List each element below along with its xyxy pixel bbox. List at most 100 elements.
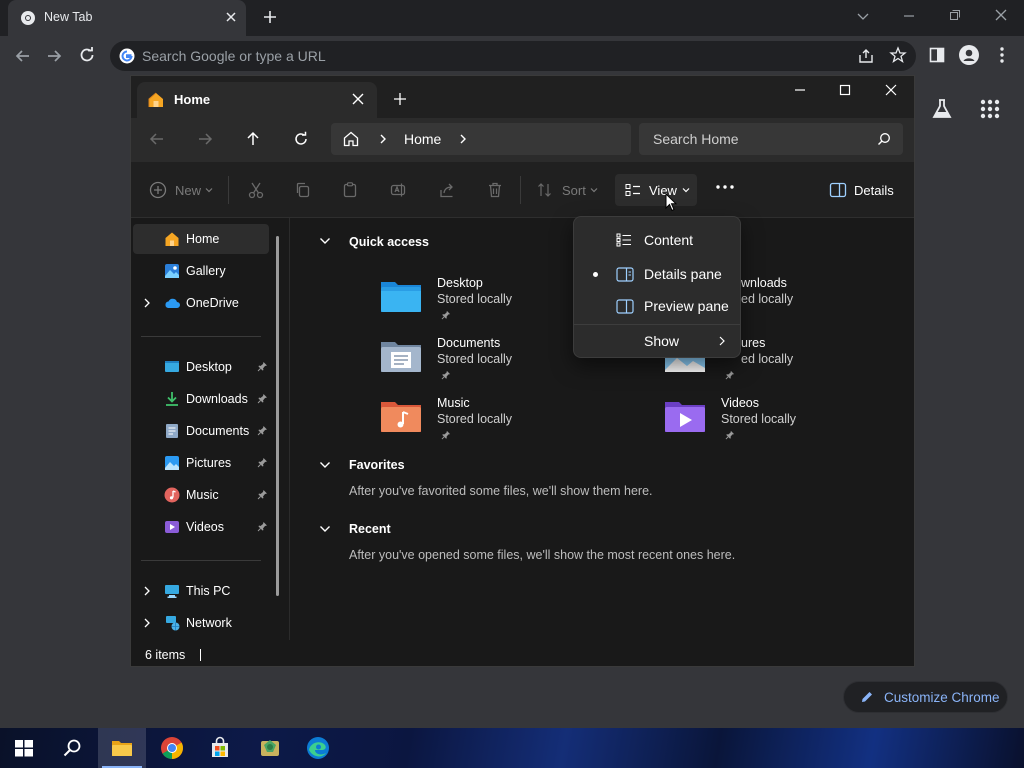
explorer-tab-close-icon[interactable] xyxy=(351,92,365,106)
menu-item-details-pane[interactable]: Details pane xyxy=(578,259,736,289)
omnibox-input[interactable] xyxy=(142,41,842,71)
quick-access-item-videos[interactable]: Videos Stored locally xyxy=(663,394,903,452)
sidebar-item-this-pc[interactable]: This PC xyxy=(133,576,269,606)
sidebar-item-gallery[interactable]: Gallery xyxy=(133,256,269,286)
expand-chevron-icon[interactable] xyxy=(143,618,151,628)
quick-access-item-music[interactable]: Music Stored locally xyxy=(379,394,619,452)
cut-icon[interactable] xyxy=(247,181,265,207)
details-button[interactable]: Details xyxy=(829,177,894,203)
delete-icon[interactable] xyxy=(486,181,504,207)
details-pane-icon xyxy=(829,182,847,198)
sidebar-item-videos[interactable]: Videos xyxy=(133,512,269,542)
breadcrumb-home[interactable]: Home xyxy=(404,131,441,147)
sidebar-item-label: This PC xyxy=(186,584,231,598)
chrome-tab-close-icon[interactable] xyxy=(224,10,238,24)
section-title-favorites[interactable]: Favorites xyxy=(349,458,405,472)
explorer-up-icon[interactable] xyxy=(245,131,261,147)
breadcrumb-chevron-icon[interactable] xyxy=(458,134,468,144)
share-icon[interactable] xyxy=(857,47,875,65)
section-title-recent[interactable]: Recent xyxy=(349,522,391,536)
favorites-empty-message: After you've favorited some files, we'll… xyxy=(349,484,653,498)
expand-chevron-icon[interactable] xyxy=(143,298,151,308)
explorer-forward-icon[interactable] xyxy=(197,131,213,147)
taskbar-edge[interactable] xyxy=(294,728,342,768)
sidebar-item-home[interactable]: Home xyxy=(133,224,269,254)
video-icon xyxy=(164,519,180,535)
explorer-tab-home[interactable]: Home xyxy=(137,82,377,118)
explorer-refresh-icon[interactable] xyxy=(293,131,309,147)
bookmark-star-icon[interactable] xyxy=(889,46,907,64)
sidebar-item-music[interactable]: Music xyxy=(133,480,269,510)
pin-icon[interactable] xyxy=(257,457,268,468)
pin-icon xyxy=(725,430,735,440)
sidebar-separator xyxy=(141,560,261,561)
explorer-maximize-icon[interactable] xyxy=(838,83,852,97)
expand-chevron-icon[interactable] xyxy=(143,586,151,596)
customize-chrome-button[interactable]: Customize Chrome xyxy=(843,681,1008,713)
copy-icon[interactable] xyxy=(294,181,312,207)
paste-icon[interactable] xyxy=(341,181,359,207)
sidebar-item-label: Gallery xyxy=(186,264,226,278)
explorer-minimize-icon[interactable] xyxy=(793,83,807,97)
pictures-icon xyxy=(164,455,180,471)
pin-icon[interactable] xyxy=(257,521,268,532)
view-button[interactable]: View xyxy=(615,174,697,206)
chrome-close-icon[interactable] xyxy=(994,8,1008,22)
sidebar-item-downloads[interactable]: Downloads xyxy=(133,384,269,414)
explorer-new-tab-icon[interactable] xyxy=(393,92,407,106)
share-icon[interactable] xyxy=(438,181,456,207)
taskbar-search-button[interactable] xyxy=(48,728,96,768)
new-button[interactable]: New xyxy=(149,177,213,203)
menu-item-show[interactable]: Show xyxy=(578,326,736,356)
sidebar-item-network[interactable]: Network xyxy=(133,608,269,638)
collapse-chevron-icon[interactable] xyxy=(319,460,331,470)
taskbar-chrome[interactable] xyxy=(148,728,196,768)
sidebar-item-documents[interactable]: Documents xyxy=(133,416,269,446)
start-button[interactable] xyxy=(0,728,48,768)
more-options-icon[interactable] xyxy=(715,183,735,209)
pin-icon[interactable] xyxy=(257,425,268,436)
breadcrumb-chevron-icon[interactable] xyxy=(378,134,388,144)
address-bar[interactable]: Home xyxy=(331,123,631,155)
labs-flask-icon[interactable] xyxy=(931,98,953,120)
pin-icon[interactable] xyxy=(257,361,268,372)
explorer-search-box[interactable] xyxy=(639,123,903,155)
chrome-restore-icon[interactable] xyxy=(948,8,962,22)
explorer-search-input[interactable] xyxy=(653,123,863,155)
apps-grid-icon[interactable] xyxy=(980,99,1000,119)
menu-item-content[interactable]: Content xyxy=(578,225,736,255)
chrome-tab-search-icon[interactable] xyxy=(856,9,870,23)
side-panel-icon[interactable] xyxy=(929,47,945,63)
submenu-chevron-icon xyxy=(718,336,726,346)
profile-avatar-icon[interactable] xyxy=(959,45,979,65)
sidebar-item-desktop[interactable]: Desktop xyxy=(133,352,269,382)
forward-arrow-icon[interactable] xyxy=(45,47,63,65)
sidebar-item-onedrive[interactable]: OneDrive xyxy=(133,288,269,318)
pane-divider[interactable] xyxy=(289,218,290,640)
omnibox[interactable] xyxy=(110,41,916,71)
rename-icon[interactable] xyxy=(389,181,407,207)
sidebar-item-pictures[interactable]: Pictures xyxy=(133,448,269,478)
taskbar-microsoft-store[interactable] xyxy=(196,728,244,768)
explorer-close-icon[interactable] xyxy=(884,83,898,97)
sidebar-item-label: Music xyxy=(186,488,219,502)
back-arrow-icon[interactable] xyxy=(14,47,32,65)
collapse-chevron-icon[interactable] xyxy=(319,524,331,534)
chrome-tab-new-tab[interactable]: New Tab xyxy=(8,0,246,36)
search-icon xyxy=(877,132,891,146)
pin-icon[interactable] xyxy=(257,489,268,500)
collapse-chevron-icon[interactable] xyxy=(319,236,331,246)
sidebar-scrollbar[interactable] xyxy=(276,236,279,596)
chrome-icon xyxy=(161,737,183,759)
chrome-menu-icon[interactable] xyxy=(995,46,1009,64)
reload-icon[interactable] xyxy=(78,46,96,64)
section-title-quick-access[interactable]: Quick access xyxy=(349,235,429,249)
chrome-minimize-icon[interactable] xyxy=(902,9,916,23)
menu-item-preview-pane[interactable]: Preview pane xyxy=(578,291,736,321)
chrome-new-tab-icon[interactable] xyxy=(262,9,278,25)
pin-icon[interactable] xyxy=(257,393,268,404)
taskbar-file-explorer[interactable] xyxy=(98,728,146,768)
taskbar-app[interactable] xyxy=(246,728,294,768)
sort-button[interactable]: Sort xyxy=(537,177,598,203)
explorer-back-icon[interactable] xyxy=(149,131,165,147)
